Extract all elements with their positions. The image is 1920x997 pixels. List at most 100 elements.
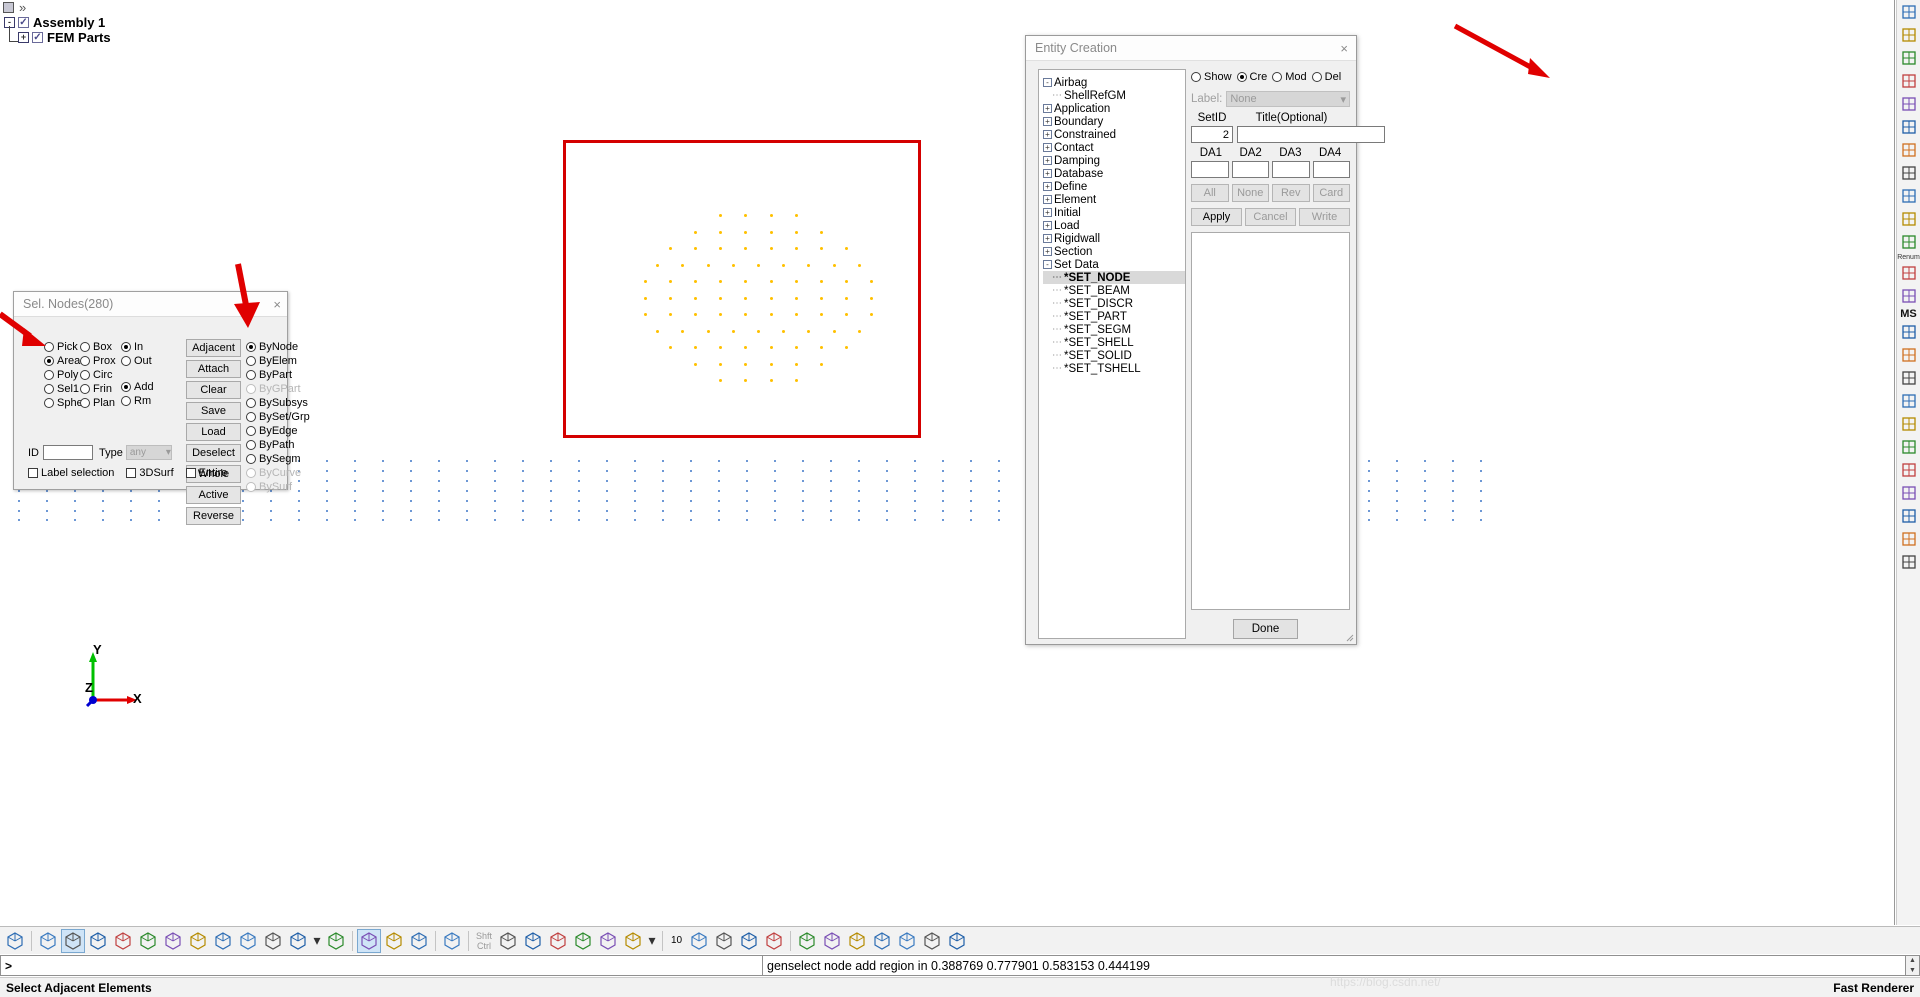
mesh-solid-icon[interactable] [236, 929, 260, 953]
tree-item-boundary[interactable]: + Boundary [1043, 115, 1185, 128]
expander-icon[interactable]: + [1043, 221, 1052, 230]
expander-icon[interactable]: + [1043, 234, 1052, 243]
geometry-icon[interactable] [1898, 116, 1920, 138]
radio-sel1[interactable]: Sel1 [44, 383, 83, 395]
hist-icon[interactable] [1898, 413, 1920, 435]
radio-show[interactable]: Show [1191, 71, 1232, 83]
radio-byedge[interactable]: ByEdge [246, 425, 310, 437]
surface-icon[interactable] [1898, 93, 1920, 115]
mesh-wire-icon[interactable] [36, 929, 60, 953]
tree-item-assembly[interactable]: - ✓ Assembly 1 [0, 15, 250, 30]
solid-icon[interactable] [1898, 208, 1920, 230]
label-select[interactable]: None ▾ [1226, 91, 1350, 107]
mesh-dense-icon[interactable] [111, 929, 135, 953]
radio-box[interactable]: Box [80, 341, 116, 353]
command-history-spinner[interactable]: ▲ ▼ [1906, 955, 1920, 976]
button-active[interactable]: Active [186, 486, 241, 504]
da-input-1[interactable] [1191, 161, 1229, 178]
tree-item-define[interactable]: + Define [1043, 180, 1185, 193]
sphere-green-icon[interactable] [870, 929, 894, 953]
id-input[interactable] [43, 445, 93, 460]
table-icon[interactable] [1898, 262, 1920, 284]
tree-item--set-beam[interactable]: ⋯ *SET_BEAM [1043, 284, 1185, 297]
setid-input[interactable] [1191, 126, 1233, 143]
radio-in[interactable]: In [121, 341, 152, 353]
lightning-icon[interactable] [762, 929, 786, 953]
element-tools-icon[interactable] [1898, 1, 1920, 23]
page-icon[interactable] [1898, 436, 1920, 458]
expander-icon[interactable]: + [1043, 247, 1052, 256]
renum-icon[interactable] [1898, 231, 1920, 253]
command-input[interactable]: > [0, 955, 763, 976]
expander-icon[interactable]: + [1043, 117, 1052, 126]
tree-item-element[interactable]: + Element [1043, 193, 1185, 206]
tree-item-database[interactable]: + Database [1043, 167, 1185, 180]
rotate-icon[interactable] [546, 929, 570, 953]
tree2-icon[interactable] [1898, 482, 1920, 504]
radio-frin[interactable]: Frin [80, 383, 116, 395]
radio-poly[interactable]: Poly [44, 369, 83, 381]
shell-icon[interactable] [1898, 185, 1920, 207]
radio-bynode[interactable]: ByNode [246, 341, 310, 353]
radio-sphe[interactable]: Sphe [44, 397, 83, 409]
expander-icon[interactable]: + [1043, 169, 1052, 178]
expander-icon[interactable]: + [1043, 130, 1052, 139]
square-icon[interactable] [3, 2, 14, 13]
checkbox-3dsurf[interactable]: 3DSurf [126, 467, 174, 479]
view-blue-icon[interactable] [382, 929, 406, 953]
radio-circ[interactable]: Circ [80, 369, 116, 381]
model-icon[interactable] [1898, 47, 1920, 69]
tree-item-section[interactable]: + Section [1043, 245, 1185, 258]
expander-icon[interactable]: - [1043, 260, 1052, 269]
render1-icon[interactable] [895, 929, 919, 953]
expander-icon[interactable]: + [1043, 208, 1052, 217]
globe2-icon[interactable] [1898, 321, 1920, 343]
radio-bypath[interactable]: ByPath [246, 439, 310, 451]
radio-byset-grp[interactable]: BySet/Grp [246, 411, 310, 423]
radio-add[interactable]: Add [121, 381, 154, 393]
radio-bysubsys[interactable]: BySubsys [246, 397, 310, 409]
globe-icon[interactable] [596, 929, 620, 953]
tree-item-damping[interactable]: + Damping [1043, 154, 1185, 167]
tree-item-fem-parts[interactable]: + ✓ FEM Parts [0, 30, 250, 45]
chevron-double-right-icon[interactable]: » [19, 1, 26, 14]
note-icon[interactable] [820, 929, 844, 953]
expander-icon[interactable]: + [1043, 104, 1052, 113]
color-icon[interactable] [1898, 367, 1920, 389]
da-input-2[interactable] [1231, 161, 1269, 178]
pointer-icon[interactable] [440, 929, 464, 953]
expander-icon[interactable]: + [1043, 182, 1052, 191]
da-input-3[interactable] [1272, 161, 1310, 178]
graph-icon[interactable] [1898, 528, 1920, 550]
dropdown2-icon[interactable]: ▾ [646, 929, 658, 953]
tree-item-load[interactable]: + Load [1043, 219, 1185, 232]
fringe-icon[interactable] [3, 929, 27, 953]
tree-item--set-node[interactable]: ⋯ *SET_NODE [1043, 271, 1185, 284]
settings-icon[interactable] [1898, 162, 1920, 184]
resize-grip-icon[interactable] [1344, 632, 1354, 642]
axis-icon[interactable] [687, 929, 711, 953]
radio-del[interactable]: Del [1311, 71, 1341, 83]
checkbox-label-selection[interactable]: Label selection [28, 467, 114, 479]
checkbox-icon[interactable]: ✓ [32, 32, 43, 43]
right-toolbar[interactable]: Renum MS [1896, 0, 1920, 925]
keyword-tree[interactable]: - Airbag ⋯ ShellRefGM + Application + Boundary +… [1038, 69, 1186, 639]
tree-item-rigidwall[interactable]: + Rigidwall [1043, 232, 1185, 245]
tree-item--set-solid[interactable]: ⋯ *SET_SOLID [1043, 349, 1185, 362]
expander-icon[interactable]: + [1043, 156, 1052, 165]
tree-item--set-tshell[interactable]: ⋯ *SET_TSHELL [1043, 362, 1185, 375]
checkbox-icon[interactable]: ✓ [18, 17, 29, 28]
zoom-center-icon[interactable] [571, 929, 595, 953]
expander-icon[interactable]: - [1043, 78, 1052, 87]
radio-plan[interactable]: Plan [80, 397, 116, 409]
tree-item-constrained[interactable]: + Constrained [1043, 128, 1185, 141]
plot-icon[interactable] [945, 929, 969, 953]
select-nodes-dialog[interactable]: Sel. Nodes(280) × Pick Area Poly Sel1 Sphe B… [13, 291, 310, 525]
curve-icon[interactable] [1898, 24, 1920, 46]
tree-item--set-part[interactable]: ⋯ *SET_PART [1043, 310, 1185, 323]
title-input[interactable] [1237, 126, 1385, 143]
tree-item-initial[interactable]: + Initial [1043, 206, 1185, 219]
shade-icon[interactable] [61, 928, 85, 953]
expander-icon[interactable]: + [1043, 195, 1052, 204]
radio-area[interactable]: Area [44, 355, 83, 367]
